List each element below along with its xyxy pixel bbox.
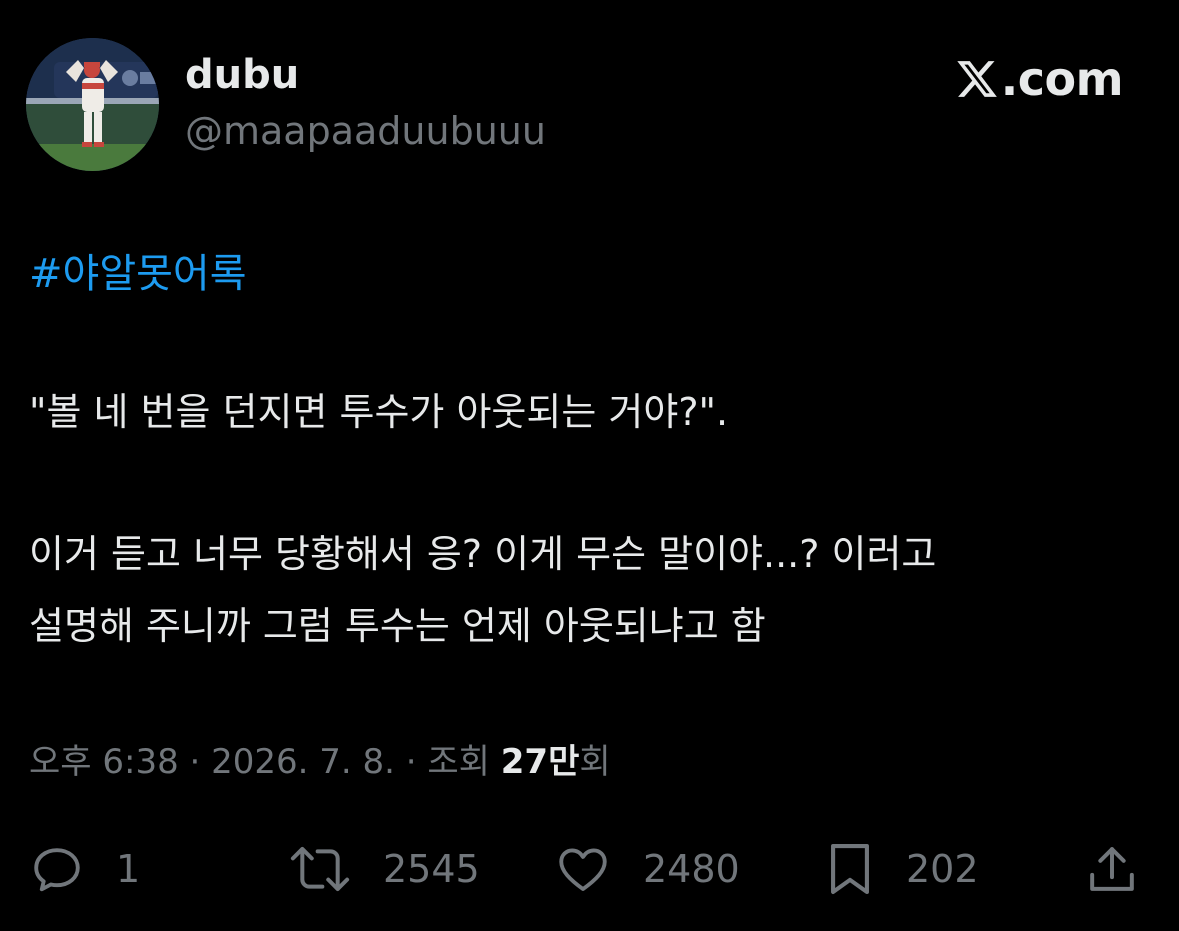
- author-display-name[interactable]: dubu: [185, 52, 299, 98]
- baseball-player-avatar: [26, 38, 159, 171]
- avatar[interactable]: [26, 38, 159, 171]
- reply-icon: [34, 848, 80, 892]
- share-icon: [1090, 847, 1134, 891]
- timestamp[interactable]: 오후 6:38 · 2026. 7. 8. · 조회: [29, 742, 501, 782]
- x-com-brand: .com: [955, 51, 1124, 107]
- bookmark-icon: [831, 843, 869, 895]
- retweet-icon: [290, 846, 350, 892]
- views-suffix: 회: [579, 742, 611, 782]
- tweet-text-line: 설명해 주니까 그럼 투수는 언제 아웃되냐고 함: [29, 604, 766, 648]
- heart-icon: [559, 848, 607, 891]
- author-handle[interactable]: @maapaaduubuuu: [185, 109, 546, 154]
- tweet-text-line: 이거 듣고 너무 당황해서 응? 이게 무슨 말이야...? 이러고: [29, 532, 937, 576]
- brand-domain-text: .com: [1000, 52, 1124, 106]
- retweet-button[interactable]: 2545: [287, 838, 480, 900]
- tweet-text-line: "볼 네 번을 던지면 투수가 아웃되는 거야?".: [29, 390, 729, 434]
- bookmark-count: 202: [906, 847, 979, 891]
- reply-count: 1: [116, 847, 141, 891]
- views-count: 27만: [500, 742, 580, 782]
- reply-button[interactable]: 1: [28, 838, 140, 900]
- hashtag-link[interactable]: #야알못어록: [29, 250, 247, 298]
- x-logo-icon: [957, 61, 997, 97]
- tweet-meta: 오후 6:38 · 2026. 7. 8. · 조회 27만회: [29, 742, 611, 783]
- bookmark-button[interactable]: 202: [824, 838, 979, 900]
- share-button[interactable]: [1084, 838, 1140, 900]
- retweet-count: 2545: [383, 847, 480, 891]
- like-button[interactable]: 2480: [553, 838, 740, 900]
- like-count: 2480: [643, 847, 740, 891]
